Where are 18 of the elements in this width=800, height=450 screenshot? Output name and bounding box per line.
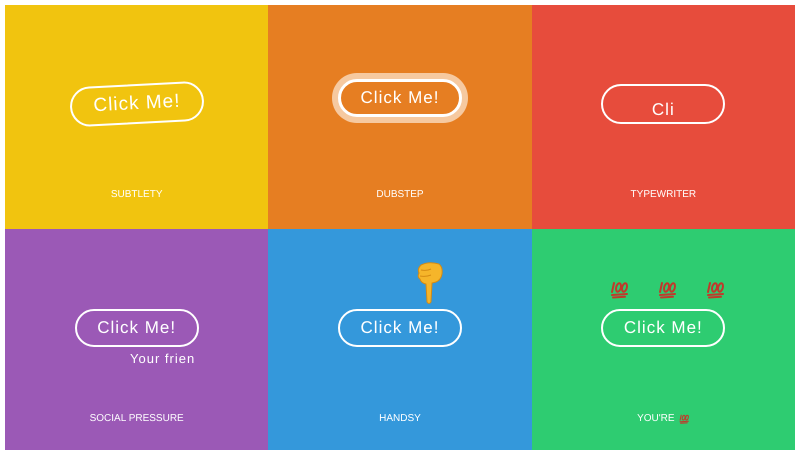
pointing-hand-icon (415, 261, 446, 305)
click-me-button[interactable]: Cli (601, 84, 726, 124)
click-me-button[interactable]: Click Me! (338, 309, 462, 347)
click-me-button[interactable]: Click Me! (338, 79, 462, 117)
panel-label: TYPEWRITER (630, 188, 696, 202)
click-me-button[interactable]: Click Me! (68, 80, 205, 128)
panel-label: YOU'RE (637, 412, 675, 426)
panel-label: SUBTLETY (110, 188, 162, 202)
click-me-button[interactable]: Click Me! (601, 309, 726, 347)
panel-label: SOCIAL PRESSURE (90, 412, 184, 426)
click-me-button[interactable]: Click Me! (74, 309, 199, 347)
hundred-points-icon (658, 279, 678, 299)
hundred-points-icon (678, 413, 690, 424)
hundred-points-icon (706, 279, 726, 299)
panel-label: HANDSY (379, 412, 421, 426)
caption-text: Your frien (130, 351, 196, 366)
hundred-points-icon (610, 279, 630, 299)
panel-label: DUBSTEP (376, 188, 424, 202)
